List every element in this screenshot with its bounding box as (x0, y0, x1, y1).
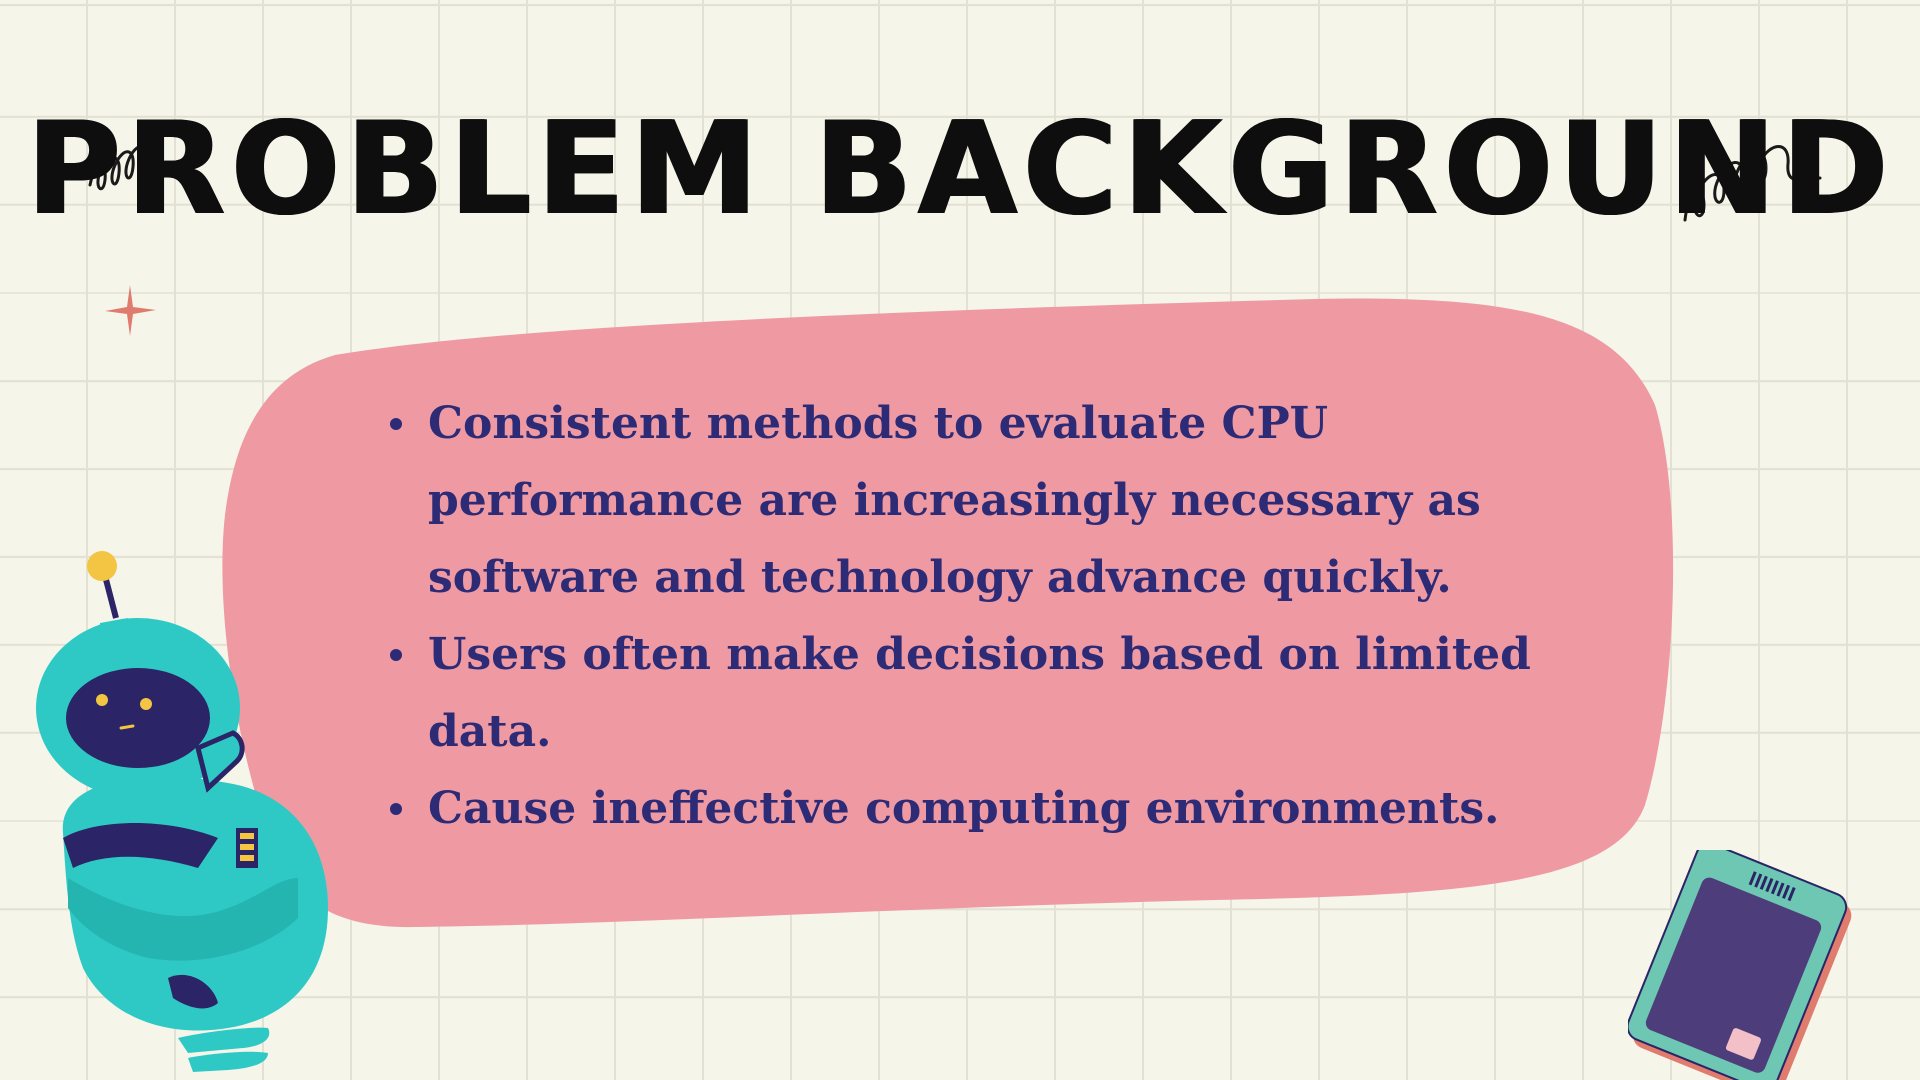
bullet-item: Users often make decisions based on limi… (390, 616, 1540, 770)
slide-title: PROBLEM BACKGROUND (26, 95, 1894, 244)
star-icon (105, 285, 156, 336)
bullet-item: Consistent methods to evaluate CPU perfo… (390, 385, 1540, 616)
ssd-illustration (1628, 850, 1852, 1080)
bullet-list: Consistent methods to evaluate CPU perfo… (390, 385, 1540, 847)
robot-illustration (36, 551, 329, 1072)
bullet-item: Cause ineffective computing environments… (390, 770, 1540, 847)
slide: PROBLEM BACKGROUND Consistent methods to… (0, 0, 1920, 1080)
